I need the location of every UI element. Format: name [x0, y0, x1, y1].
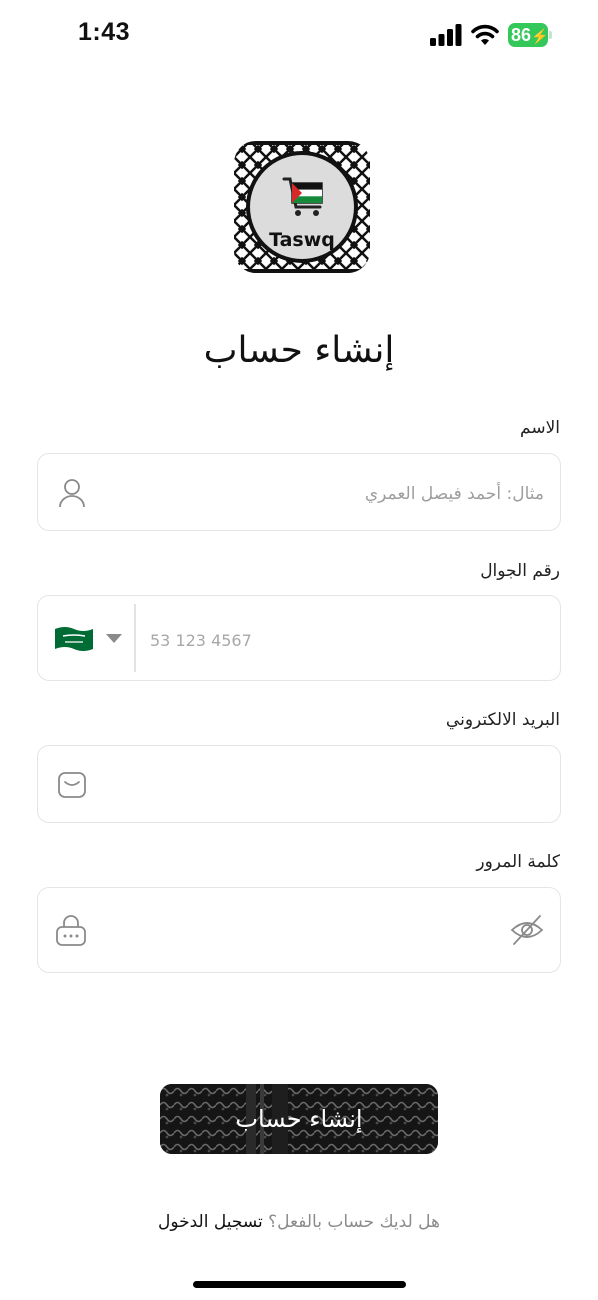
- eye-off-icon[interactable]: [510, 914, 544, 946]
- battery-tip: [549, 31, 552, 39]
- mail-icon: [58, 772, 86, 798]
- country-code-selector[interactable]: [38, 596, 134, 680]
- phone-field[interactable]: 53 123 4567: [37, 595, 561, 681]
- user-icon: [59, 479, 85, 508]
- lock-icon: [56, 915, 86, 946]
- login-link[interactable]: تسجيل الدخول: [158, 1212, 263, 1232]
- wifi-icon: [471, 24, 499, 45]
- password-label: كلمة المرور: [476, 852, 560, 872]
- email-label: البريد الالكتروني: [445, 710, 560, 730]
- phone-placeholder: 53 123 4567: [150, 631, 252, 650]
- battery-indicator: 86⚡: [508, 23, 548, 47]
- keffiyeh-pattern-icon: [234, 141, 370, 273]
- login-question: هل لديك حساب بالفعل؟: [268, 1212, 440, 1232]
- charging-bolt-icon: ⚡: [531, 28, 549, 44]
- cellular-signal-icon: [430, 24, 462, 46]
- name-field[interactable]: مثال: أحمد فيصل العمري: [37, 453, 561, 531]
- password-field[interactable]: [37, 887, 561, 973]
- create-account-label: إنشاء حساب: [235, 1105, 363, 1133]
- phone-label: رقم الجوال: [480, 561, 560, 581]
- status-time: 1:43: [78, 18, 131, 46]
- phone-divider: [134, 604, 136, 672]
- app-logo: Taswq: [234, 141, 370, 273]
- page-title: إنشاء حساب: [203, 330, 395, 371]
- name-label: الاسم: [520, 418, 560, 438]
- chevron-down-icon: [106, 634, 122, 643]
- login-prompt: هل لديك حساب بالفعل؟ تسجيل الدخول: [0, 1212, 598, 1232]
- email-field[interactable]: [37, 745, 561, 823]
- battery-level: 86: [511, 25, 532, 45]
- logo-text: Taswq: [269, 229, 335, 251]
- name-placeholder: مثال: أحمد فيصل العمري: [364, 484, 544, 504]
- status-bar: 1:43 86⚡: [0, 0, 598, 70]
- home-indicator[interactable]: [193, 1281, 406, 1288]
- create-account-button[interactable]: إنشاء حساب: [160, 1084, 438, 1154]
- saudi-arabia-flag-icon: [55, 627, 93, 651]
